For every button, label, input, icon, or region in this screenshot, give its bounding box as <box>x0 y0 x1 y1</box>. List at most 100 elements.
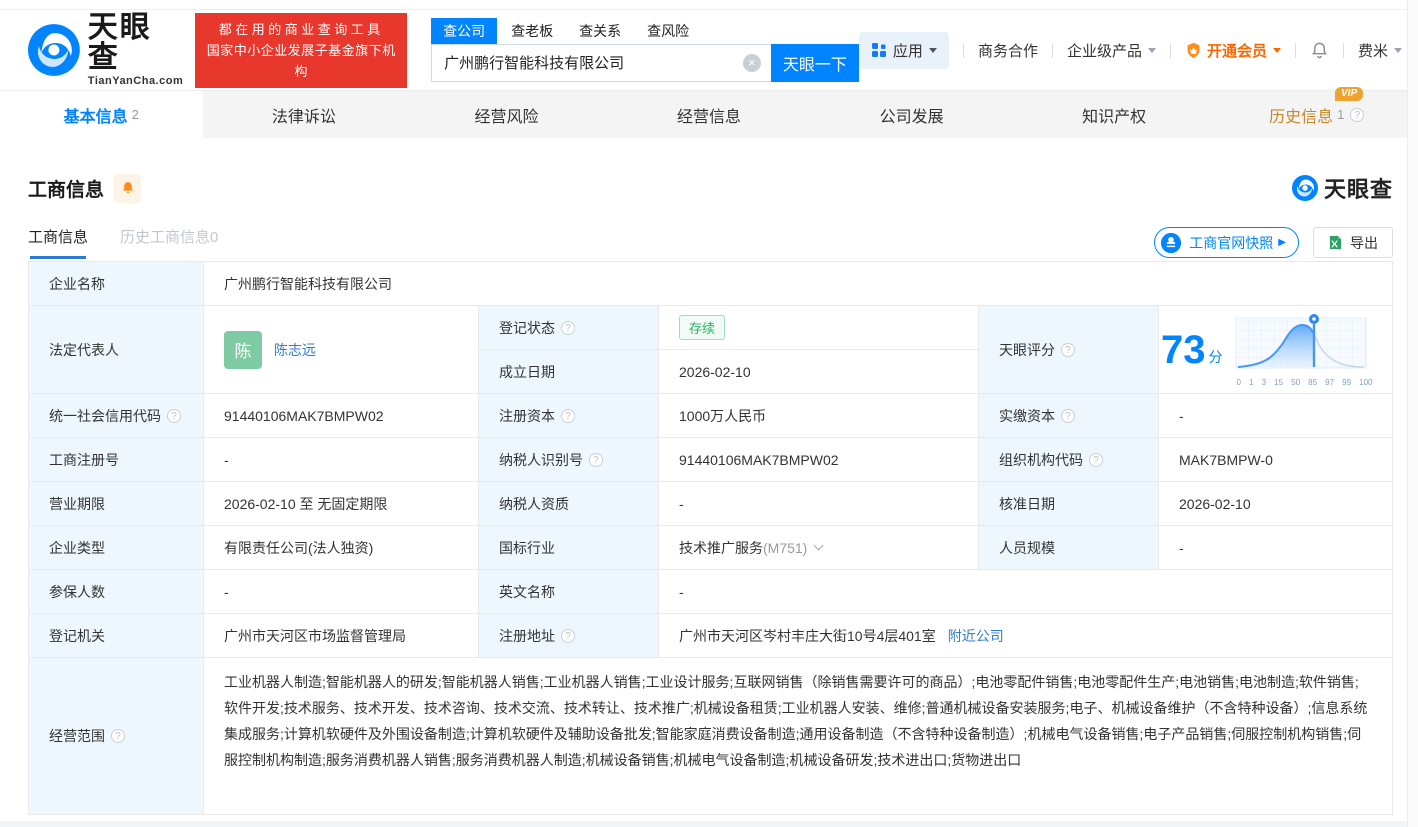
tab-intellectual-property[interactable]: 知识产权 <box>1013 91 1216 138</box>
status-badge: 存续 <box>679 315 725 340</box>
arrow-right-icon: ▶ <box>1278 237 1286 248</box>
label-taxpayer-quality: 纳税人资质 <box>479 482 659 526</box>
export-button[interactable]: 导出 <box>1313 227 1393 258</box>
value-industry[interactable]: 技术推广服务 (M751) <box>659 526 979 570</box>
value-approval-date: 2026-02-10 <box>1159 482 1392 526</box>
label-staff-size: 人员规模 <box>979 526 1159 570</box>
score-axis-ticks: 0 1 3 15 50 85 97 99 100 <box>1235 378 1375 387</box>
value-company-name: 广州鹏行智能科技有限公司 <box>204 262 1392 306</box>
label-credit-code: 统一社会信用代码 ? <box>29 394 204 438</box>
value-business-scope: 工业机器人制造;智能机器人的研发;智能机器人销售;工业机器人销售;工业设计服务;… <box>204 658 1392 814</box>
bell-icon <box>121 181 135 195</box>
search-area: 查公司 查老板 查关系 查风险 × 天眼一下 <box>431 19 859 82</box>
apps-label: 应用 <box>893 40 923 61</box>
help-icon[interactable]: ? <box>1061 409 1075 423</box>
value-tianyan-score[interactable]: 73 分 <box>1159 306 1392 394</box>
company-nav-tabs: 基本信息 2 法律诉讼 经营风险 经营信息 公司发展 知识产权 历史信息 VIP… <box>0 90 1418 138</box>
section-title: 工商信息 <box>28 175 104 202</box>
caret-down-icon <box>929 48 937 53</box>
tianyancha-logo-icon <box>28 24 80 76</box>
score-unit: 分 <box>1209 347 1223 367</box>
tab-count: 1 <box>1337 107 1344 122</box>
search-input[interactable] <box>431 44 771 82</box>
tab-history-info[interactable]: 历史信息 VIP 1 ? <box>1215 91 1418 138</box>
tab-operating-risk[interactable]: 经营风险 <box>405 91 608 138</box>
apps-grid-icon <box>871 42 887 58</box>
promo-badge: 都在用的商业查询工具 国家中小企业发展子基金旗下机构 <box>195 13 407 88</box>
label-english-name: 英文名称 <box>479 570 659 614</box>
official-snapshot-button[interactable]: 工商官网快照 ▶ <box>1154 227 1299 258</box>
divider <box>1052 43 1053 58</box>
label-business-term: 营业期限 <box>29 482 204 526</box>
caret-down-icon <box>1148 48 1156 53</box>
enterprise-product-menu[interactable]: 企业级产品 <box>1067 40 1156 61</box>
chevron-down-icon[interactable] <box>814 541 824 551</box>
help-icon[interactable]: ? <box>589 453 603 467</box>
help-icon[interactable]: ? <box>561 409 575 423</box>
vertical-scrollbar[interactable] <box>1407 0 1418 827</box>
help-icon[interactable]: ? <box>1061 343 1075 357</box>
value-english-name: - <box>659 570 1392 614</box>
tab-company-development[interactable]: 公司发展 <box>810 91 1013 138</box>
clear-search-icon[interactable]: × <box>743 54 761 72</box>
label-organization-code: 组织机构代码 ? <box>979 438 1159 482</box>
subtab-history-business-info[interactable]: 历史工商信息0 <box>120 226 218 259</box>
value-legal-representative: 陈 陈志远 <box>204 306 479 394</box>
help-icon[interactable]: ? <box>561 629 575 643</box>
monitor-bell-button[interactable] <box>114 174 141 203</box>
apps-menu-button[interactable]: 应用 <box>859 32 949 69</box>
business-info-table: 企业名称 广州鹏行智能科技有限公司 法定代表人 陈 陈志远 登记状态 ? 存续 … <box>28 261 1393 815</box>
help-icon[interactable]: ? <box>167 409 181 423</box>
value-insured-count: - <box>204 570 479 614</box>
top-menu: 应用 商务合作 企业级产品 开通会员 <box>859 32 1402 69</box>
value-credit-code: 91440106MAK7BMPW02 <box>204 394 479 438</box>
subtab-business-info[interactable]: 工商信息 <box>28 226 88 259</box>
cooperation-link[interactable]: 商务合作 <box>978 40 1038 61</box>
username: 费米 <box>1358 40 1388 61</box>
search-tab-company[interactable]: 查公司 <box>431 18 497 44</box>
divider <box>963 43 964 58</box>
tianyancha-watermark: 天眼查 <box>1292 172 1393 204</box>
label-registration-number: 工商注册号 <box>29 438 204 482</box>
label-company-name: 企业名称 <box>29 262 204 306</box>
tianyancha-logo[interactable]: 天眼查 TianYanCha.com <box>28 13 183 87</box>
industry-code: (M751) <box>763 540 807 556</box>
stamp-icon <box>1160 232 1182 254</box>
label-industry: 国标行业 <box>479 526 659 570</box>
search-tab-boss[interactable]: 查老板 <box>511 18 553 44</box>
caret-down-icon <box>1273 48 1281 53</box>
vip-crown-icon <box>1185 42 1202 59</box>
logo-domain: TianYanCha.com <box>88 75 184 87</box>
search-tab-relation[interactable]: 查关系 <box>579 18 621 44</box>
label-establish-date: 成立日期 <box>479 350 659 394</box>
legal-rep-link[interactable]: 陈志远 <box>274 340 316 360</box>
page-bottom-strip <box>0 821 1418 827</box>
notification-bell-icon[interactable] <box>1310 41 1329 60</box>
user-menu[interactable]: 费米 <box>1358 40 1402 61</box>
nearby-companies-link[interactable]: 附近公司 <box>948 626 1004 646</box>
divider <box>1295 43 1296 58</box>
search-tab-risk[interactable]: 查风险 <box>647 18 689 44</box>
tab-basic-info[interactable]: 基本信息 2 <box>0 91 203 138</box>
tab-legal-proceedings[interactable]: 法律诉讼 <box>203 91 406 138</box>
value-company-type: 有限责任公司(法人独资) <box>204 526 479 570</box>
value-registered-capital: 1000万人民币 <box>659 394 979 438</box>
top-strip <box>0 0 1418 10</box>
label-registered-capital: 注册资本 ? <box>479 394 659 438</box>
header: 天眼查 TianYanCha.com 都在用的商业查询工具 国家中小企业发展子基… <box>0 10 1418 90</box>
tab-operating-info[interactable]: 经营信息 <box>608 91 811 138</box>
legal-rep-avatar[interactable]: 陈 <box>224 331 262 369</box>
help-icon[interactable]: ? <box>1089 453 1103 467</box>
help-icon[interactable]: ? <box>561 321 575 335</box>
search-button[interactable]: 天眼一下 <box>771 44 859 82</box>
label-registration-status: 登记状态 ? <box>479 306 659 350</box>
label-registration-authority: 登记机关 <box>29 614 204 658</box>
open-vip-menu[interactable]: 开通会员 <box>1185 40 1281 61</box>
help-icon[interactable]: ? <box>1350 108 1364 122</box>
score-distribution-chart: 0 1 3 15 50 85 97 99 100 <box>1235 312 1375 387</box>
tab-count: 2 <box>132 107 139 122</box>
label-tianyan-score: 天眼评分 ? <box>979 306 1159 394</box>
help-icon[interactable]: ? <box>111 729 125 743</box>
promo-line2: 国家中小企业发展子基金旗下机构 <box>205 40 397 82</box>
label-paid-capital: 实缴资本 ? <box>979 394 1159 438</box>
